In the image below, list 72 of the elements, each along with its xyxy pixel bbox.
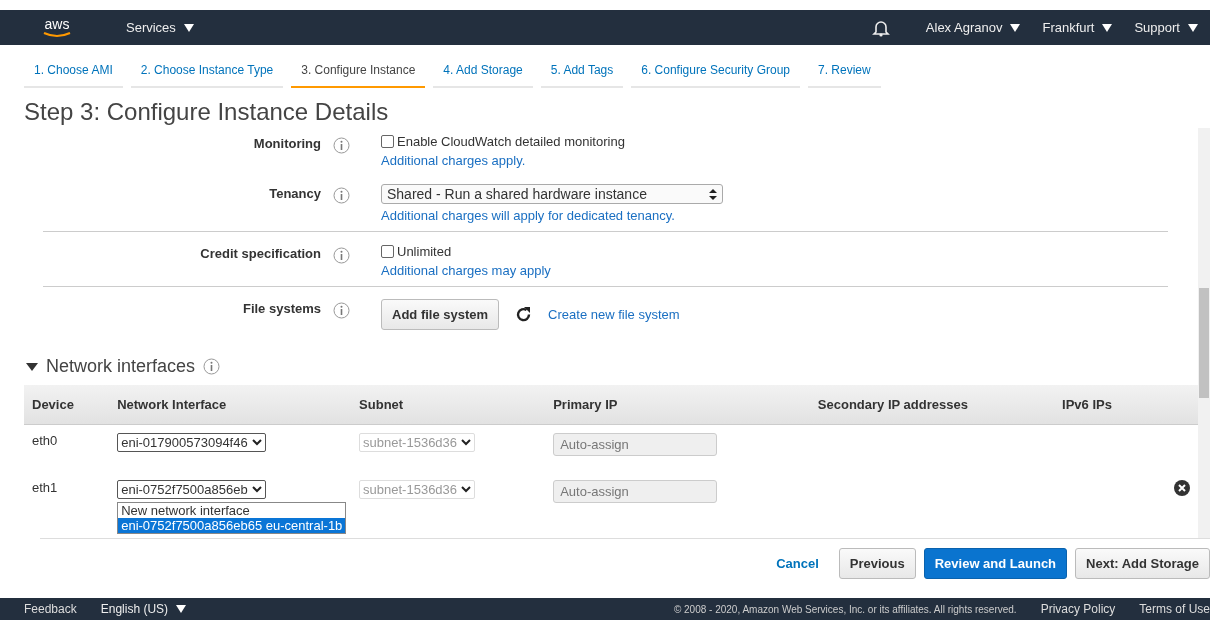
caret-icon (1188, 23, 1198, 32)
chevron-icon (251, 439, 262, 446)
secondary-button[interactable]: Previous (838, 548, 916, 579)
field-label: Monitoring (252, 135, 322, 153)
caret-icon (176, 605, 187, 613)
caret-icon (183, 23, 194, 32)
primary-ip-field[interactable]: Auto-assign (553, 480, 718, 503)
column-header: Network Interface (109, 385, 352, 425)
field-label: Tenancy (268, 185, 322, 203)
tenancy-select[interactable]: Shared - Run a shared hardware instance (381, 184, 723, 204)
caret-icon (1010, 23, 1021, 32)
expand-triangle-icon[interactable] (26, 362, 38, 371)
network-interface-select[interactable]: eni-017900573094f46 (117, 433, 266, 452)
wizard-step-tab[interactable]: 2. Choose Instance Type (130, 59, 284, 88)
field-label: Credit specification (199, 245, 322, 263)
secondary-button[interactable]: Next: Add Storage (1075, 548, 1210, 579)
language-menu[interactable]: English (US) (100, 602, 187, 616)
checkbox-label: Enable CloudWatch detailed monitoring (397, 134, 625, 149)
dropdown-option[interactable]: New network interface (118, 503, 346, 518)
chevron-icon (251, 486, 262, 493)
column-header (1150, 385, 1198, 425)
logo-drawing[interactable]: aws (40, 16, 74, 39)
bell-icon[interactable] (871, 18, 890, 37)
footer-link[interactable]: Privacy Policy (1040, 602, 1116, 616)
primary-ip-field[interactable]: Auto-assign (553, 433, 718, 456)
note-link[interactable]: Additional charges will apply for dedicated tenancy. (381, 208, 1168, 223)
add-file-system-button[interactable]: Add file system (381, 299, 500, 330)
wizard-step-tab[interactable]: 5. Add Tags (540, 59, 624, 88)
column-header: Primary IP (545, 385, 810, 425)
info-icon[interactable] (333, 247, 350, 264)
wizard-step-tab[interactable]: 1. Choose AMI (24, 59, 123, 88)
network-interface-select[interactable]: eni-0752f7500a856eb (117, 480, 266, 499)
field-label: File systems (241, 300, 322, 318)
info-icon[interactable] (333, 137, 350, 154)
info-icon[interactable] (203, 358, 221, 375)
footer-link[interactable]: Terms of Use (1139, 602, 1210, 616)
column-header: Device (24, 385, 110, 425)
sort-arrows-icon (709, 188, 717, 200)
checkbox-label: Unlimited (397, 244, 452, 259)
scrollbar[interactable] (1198, 128, 1210, 538)
section-title: Network interfaces (46, 356, 196, 377)
chevron-icon (461, 439, 472, 446)
chevron-icon (461, 486, 472, 493)
caret-icon (1102, 23, 1113, 32)
note-link[interactable]: Additional charges may apply (381, 263, 1168, 278)
wizard-step-tab[interactable]: 6. Configure Security Group (631, 59, 800, 88)
nav-menu[interactable]: Alex Agranov (925, 20, 1021, 35)
refresh-icon[interactable] (515, 306, 533, 323)
wizard-step-tab[interactable]: 7. Review (808, 59, 881, 88)
wizard-step-tab[interactable]: 3. Configure Instance (291, 59, 426, 88)
nav-menu[interactable]: Frankfurt (1042, 20, 1113, 35)
nav-menu[interactable]: Support (1134, 20, 1198, 35)
copyright-text: © 2008 - 2020, Amazon Web Services, Inc. or its affiliates. All rights reserved. (673, 603, 1017, 615)
dropdown-option[interactable]: eni-0752f7500a856eb65 eu-central-1b (118, 518, 346, 533)
info-icon[interactable] (333, 302, 350, 319)
remove-icon[interactable] (1174, 480, 1190, 496)
nav-menu[interactable]: Services (126, 20, 194, 35)
column-header: Subnet (351, 385, 546, 425)
cancel-link[interactable]: Cancel (776, 556, 819, 571)
info-icon[interactable] (333, 187, 350, 204)
primary-button[interactable]: Review and Launch (923, 548, 1068, 579)
note-link[interactable]: Additional charges apply. (381, 153, 1168, 168)
device-name: eth1 (32, 480, 58, 495)
wizard-step-tab[interactable]: 4. Add Storage (433, 59, 533, 88)
device-name: eth0 (32, 433, 58, 448)
checkbox[interactable] (381, 245, 394, 258)
checkbox[interactable] (381, 135, 394, 148)
page-heading: Step 3: Configure Instance Details (24, 98, 390, 126)
column-header: IPv6 IPs (1054, 385, 1151, 425)
create-file-system-link[interactable]: Create new file system (548, 307, 680, 322)
feedback-link[interactable]: Feedback (24, 602, 77, 616)
column-header: Secondary IP addresses (809, 385, 1055, 425)
